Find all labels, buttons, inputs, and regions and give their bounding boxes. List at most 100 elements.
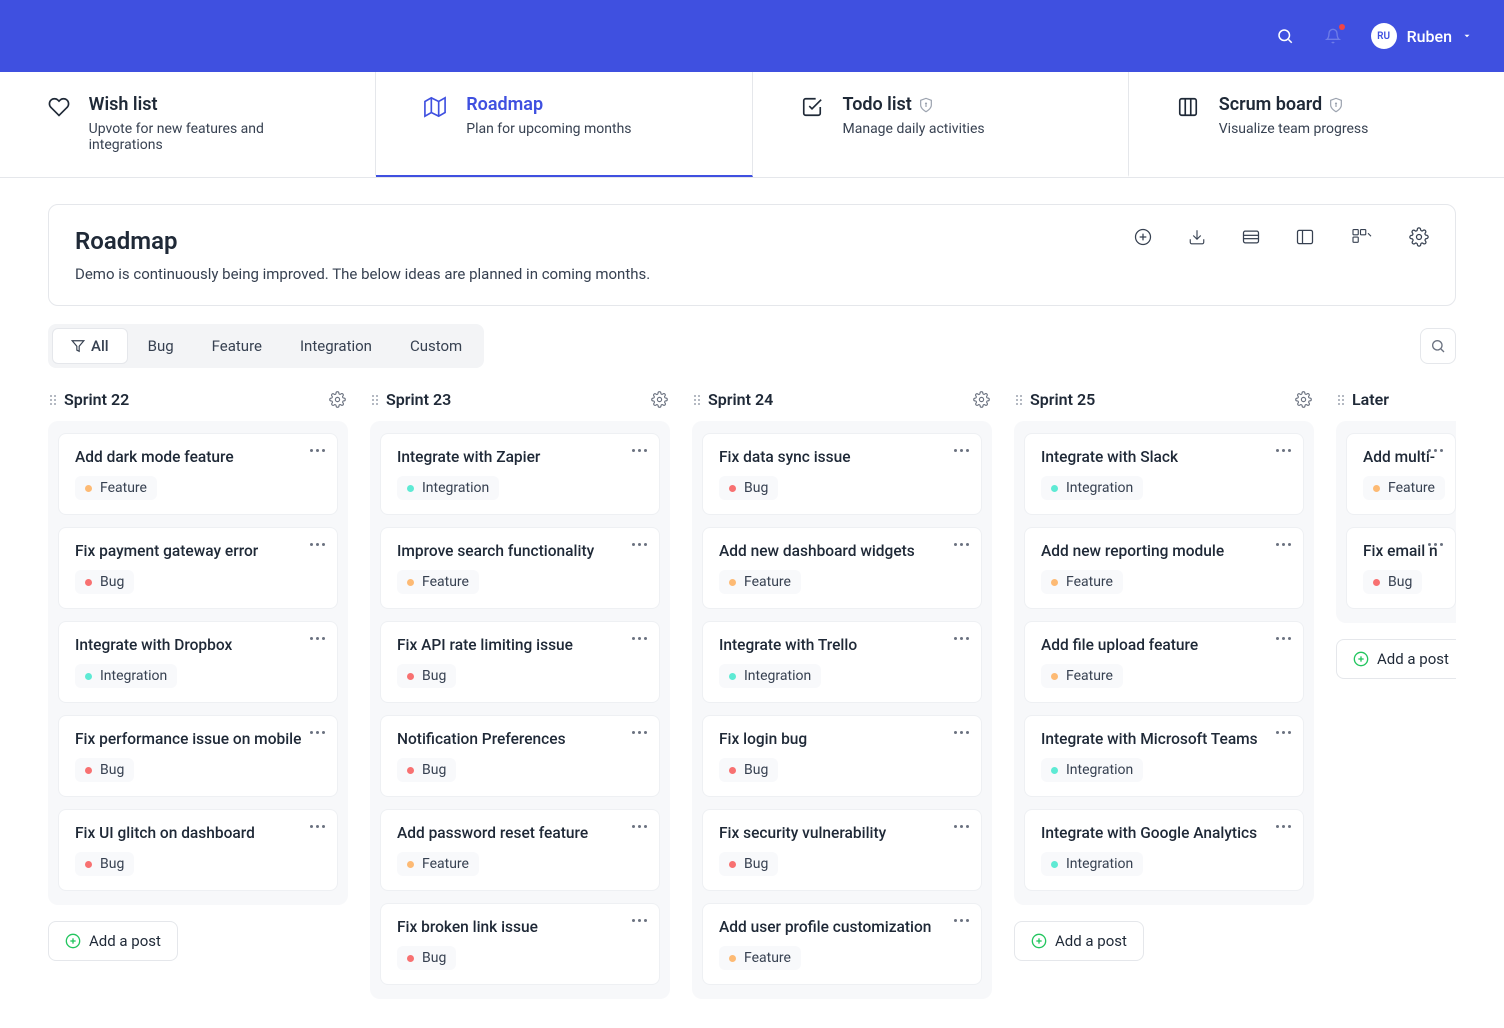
card-more-button[interactable] [951, 912, 971, 928]
card[interactable]: Fix broken link issueBug [380, 903, 660, 985]
tag-dot-icon [407, 767, 414, 774]
card[interactable]: Improve search functionalityFeature [380, 527, 660, 609]
drag-handle-icon[interactable] [1016, 395, 1022, 405]
search-icon[interactable] [1275, 26, 1295, 46]
card-more-button[interactable] [629, 536, 649, 552]
filter-pills: AllBugFeatureIntegrationCustom [48, 324, 484, 368]
card-more-button[interactable] [629, 724, 649, 740]
tag-feature: Feature [719, 946, 801, 970]
sidebar-view-button[interactable] [1295, 227, 1315, 247]
card-more-button[interactable] [307, 442, 327, 458]
card[interactable]: Fix login bugBug [702, 715, 982, 797]
card[interactable]: Fix email nBug [1346, 527, 1456, 609]
drag-handle-icon[interactable] [1338, 395, 1344, 405]
tag-feature: Feature [397, 570, 479, 594]
download-button[interactable] [1187, 227, 1207, 247]
tag-feature: Feature [1363, 476, 1445, 500]
filter-bug[interactable]: Bug [130, 328, 192, 364]
column-header: Sprint 24 [692, 386, 992, 411]
card-more-button[interactable] [307, 536, 327, 552]
card[interactable]: Add dark mode featureFeature [58, 433, 338, 515]
column-settings-button[interactable] [329, 391, 346, 408]
add-post-button[interactable]: Add a post [48, 921, 178, 961]
filter-integration[interactable]: Integration [282, 328, 390, 364]
widget-button[interactable] [1349, 227, 1375, 247]
card-more-button[interactable] [629, 442, 649, 458]
card[interactable]: Notification PreferencesBug [380, 715, 660, 797]
tag-dot-icon [1373, 579, 1380, 586]
list-view-button[interactable] [1241, 227, 1261, 247]
card-title: Integrate with Google Analytics [1041, 824, 1287, 842]
card[interactable]: Add multi-Feature [1346, 433, 1456, 515]
card[interactable]: Integrate with TrelloIntegration [702, 621, 982, 703]
card-more-button[interactable] [951, 536, 971, 552]
card[interactable]: Fix security vulnerabilityBug [702, 809, 982, 891]
card[interactable]: Integrate with Google AnalyticsIntegrati… [1024, 809, 1304, 891]
nav-title: Scrum board [1219, 94, 1369, 115]
card[interactable]: Integrate with SlackIntegration [1024, 433, 1304, 515]
drag-handle-icon[interactable] [694, 395, 700, 405]
card[interactable]: Fix performance issue on mobileBug [58, 715, 338, 797]
add-post-button[interactable]: Add a post [1336, 639, 1456, 679]
card[interactable]: Add user profile customizationFeature [702, 903, 982, 985]
card[interactable]: Add file upload featureFeature [1024, 621, 1304, 703]
card-more-button[interactable] [951, 818, 971, 834]
nav-tab-wish-list[interactable]: Wish listUpvote for new features and int… [0, 72, 376, 177]
card[interactable]: Fix data sync issueBug [702, 433, 982, 515]
card[interactable]: Fix API rate limiting issueBug [380, 621, 660, 703]
tag-dot-icon [85, 579, 92, 586]
card[interactable]: Add password reset featureFeature [380, 809, 660, 891]
card[interactable]: Integrate with Microsoft TeamsIntegratio… [1024, 715, 1304, 797]
card-title: Integrate with Microsoft Teams [1041, 730, 1287, 748]
column-settings-button[interactable] [1295, 391, 1312, 408]
card-more-button[interactable] [951, 442, 971, 458]
tag-integration: Integration [1041, 476, 1143, 500]
map-icon [424, 96, 448, 120]
card-more-button[interactable] [307, 724, 327, 740]
card-title: Fix data sync issue [719, 448, 965, 466]
filter-feature[interactable]: Feature [194, 328, 280, 364]
user-menu[interactable]: RU Ruben [1371, 23, 1472, 49]
card[interactable]: Add new dashboard widgetsFeature [702, 527, 982, 609]
card-more-button[interactable] [951, 724, 971, 740]
nav-tab-todo-list[interactable]: Todo listManage daily activities [753, 72, 1129, 177]
column-title: Sprint 25 [1016, 390, 1095, 409]
card-more-button[interactable] [629, 630, 649, 646]
card-more-button[interactable] [307, 630, 327, 646]
card-more-button[interactable] [1425, 442, 1445, 458]
nav-tab-scrum-board[interactable]: Scrum boardVisualize team progress [1129, 72, 1504, 177]
drag-handle-icon[interactable] [50, 395, 56, 405]
card-more-button[interactable] [1273, 536, 1293, 552]
card-more-button[interactable] [629, 912, 649, 928]
column-sprint-25: Sprint 25 Integrate with SlackIntegration… [1014, 386, 1314, 999]
card-more-button[interactable] [1273, 818, 1293, 834]
card-more-button[interactable] [1273, 442, 1293, 458]
filter-custom[interactable]: Custom [392, 328, 480, 364]
card-more-button[interactable] [307, 818, 327, 834]
card-more-button[interactable] [1273, 724, 1293, 740]
card-title: Integrate with Trello [719, 636, 965, 654]
add-post-button[interactable]: Add a post [1014, 921, 1144, 961]
settings-button[interactable] [1409, 227, 1429, 247]
card-more-button[interactable] [629, 818, 649, 834]
column-settings-button[interactable] [973, 391, 990, 408]
add-button[interactable] [1133, 227, 1153, 247]
column-body: Add dark mode featureFeature Fix payment … [48, 421, 348, 905]
bell-icon[interactable] [1323, 26, 1343, 46]
card[interactable]: Add new reporting moduleFeature [1024, 527, 1304, 609]
column-settings-button[interactable] [651, 391, 668, 408]
drag-handle-icon[interactable] [372, 395, 378, 405]
card-more-button[interactable] [1425, 536, 1445, 552]
card-more-button[interactable] [951, 630, 971, 646]
card[interactable]: Fix UI glitch on dashboardBug [58, 809, 338, 891]
nav-tab-roadmap[interactable]: RoadmapPlan for upcoming months [376, 72, 752, 177]
tag-bug: Bug [75, 758, 134, 782]
board-search-button[interactable] [1420, 328, 1456, 364]
card[interactable]: Integrate with ZapierIntegration [380, 433, 660, 515]
card[interactable]: Fix payment gateway errorBug [58, 527, 338, 609]
filter-all[interactable]: All [52, 328, 128, 364]
card-more-button[interactable] [1273, 630, 1293, 646]
card[interactable]: Integrate with DropboxIntegration [58, 621, 338, 703]
page-header: Roadmap Demo is continuously being impro… [48, 204, 1456, 306]
column-body: Fix data sync issueBug Add new dashboard … [692, 421, 992, 999]
